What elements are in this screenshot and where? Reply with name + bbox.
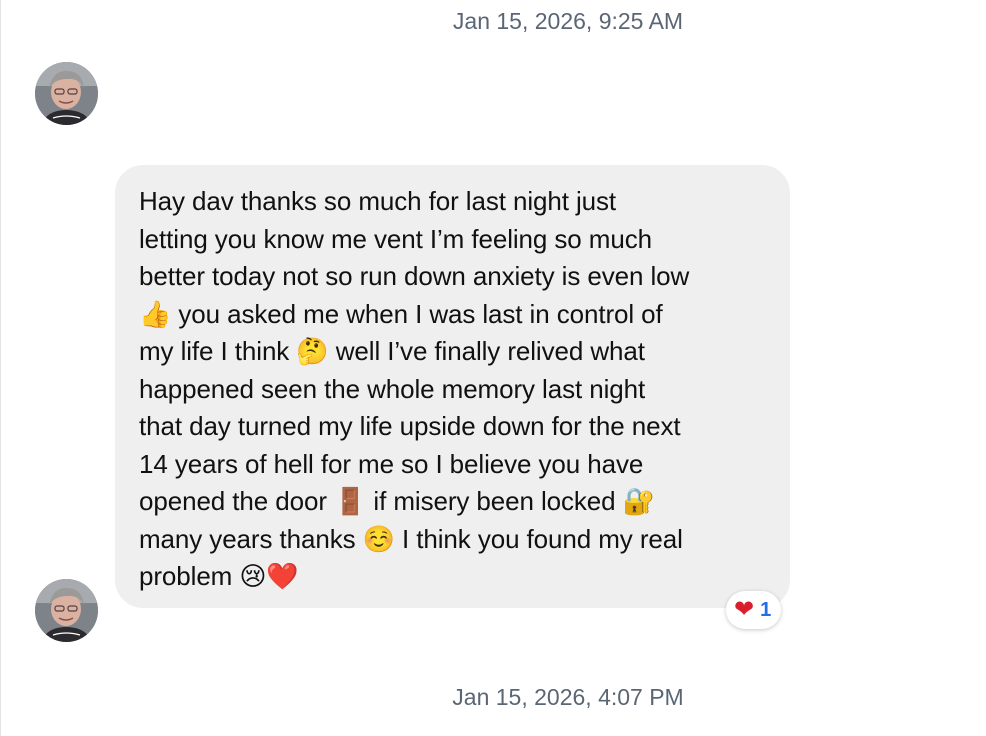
contact-avatar[interactable] — [35, 62, 98, 125]
timestamp-top: Jan 15, 2026, 9:25 AM — [452, 8, 684, 34]
message-text: Hay dav thanks so much for last night ju… — [139, 186, 690, 591]
message-bubble[interactable]: Hay dav thanks so much for last night ju… — [115, 165, 790, 608]
heart-icon: ❤ — [734, 596, 755, 623]
avatar-photo-icon — [35, 62, 98, 125]
pane-divider — [0, 0, 1, 736]
reaction-count: 1 — [760, 599, 772, 621]
reaction-badge[interactable]: ❤ 1 — [726, 591, 782, 629]
timestamp-bottom: Jan 15, 2026, 4:07 PM — [452, 684, 684, 710]
avatar-photo-icon — [35, 579, 98, 642]
contact-avatar[interactable] — [35, 579, 98, 642]
